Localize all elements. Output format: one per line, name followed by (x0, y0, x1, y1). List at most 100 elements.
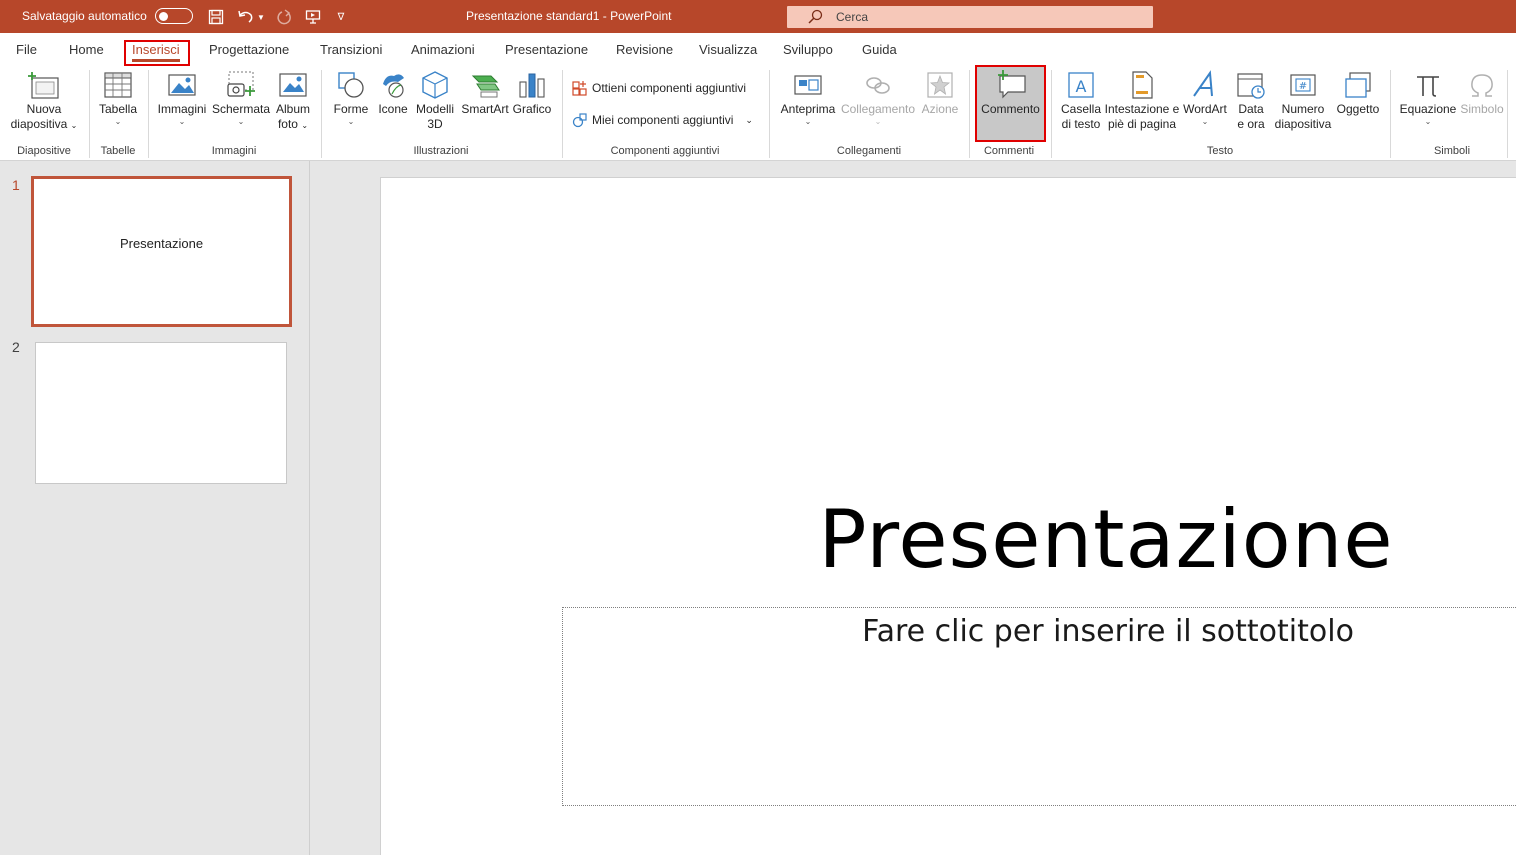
group-separator (89, 70, 90, 158)
date-time-button[interactable]: Data e ora (1230, 70, 1272, 132)
header-footer-button[interactable]: Intestazione e piè di pagina (1104, 70, 1180, 132)
photo-album-icon (279, 73, 307, 97)
text-box-button[interactable]: A Casella di testo (1058, 70, 1104, 132)
store-icon (572, 81, 587, 96)
group-label-collegamenti: Collegamenti (836, 145, 902, 157)
chevron-down-icon: ⌄ (745, 114, 753, 125)
chevron-down-icon: ⌄ (347, 117, 355, 126)
equation-button[interactable]: Equazione ⌄ (1398, 70, 1458, 126)
ribbon-scroll-edge (1507, 70, 1516, 158)
link-icon (866, 77, 890, 94)
group-label-simboli: Simboli (1433, 145, 1471, 157)
slide-number-button[interactable]: # Numero diapositiva (1272, 70, 1334, 132)
search-box[interactable]: Cerca (787, 6, 1153, 28)
chevron-down-icon: ⌄ (237, 117, 245, 126)
svg-text:#: # (1299, 81, 1307, 92)
tab-sviluppo[interactable]: Sviluppo (783, 42, 833, 57)
text-box-icon: A (1068, 72, 1094, 98)
autosave-label: Salvataggio automatico (22, 9, 147, 23)
action-button[interactable]: Azione (918, 70, 962, 117)
tab-progettazione[interactable]: Progettazione (209, 42, 289, 57)
group-separator (562, 70, 563, 158)
3d-models-button[interactable]: Modelli 3D (412, 70, 458, 132)
omega-icon (1471, 74, 1493, 97)
undo-dropdown-icon[interactable]: ▼ (256, 7, 266, 27)
new-slide-icon (28, 72, 59, 99)
chart-icon (519, 73, 545, 98)
ribbon-tabs: File Home Inserisci Progettazione Transi… (0, 33, 1516, 66)
customize-qat-icon[interactable]: ∇ (333, 7, 349, 27)
group-separator (969, 70, 970, 158)
tab-visualizza[interactable]: Visualizza (699, 42, 757, 57)
zoom-icon (794, 75, 822, 95)
screenshot-button[interactable]: Schermata ⌄ (210, 70, 272, 126)
chevron-down-icon: ⌄ (1201, 117, 1209, 126)
wordart-button[interactable]: WordArt ⌄ (1180, 70, 1230, 126)
save-icon[interactable] (206, 7, 226, 27)
table-button[interactable]: Tabella ⌄ (94, 70, 142, 126)
slide[interactable]: Presentazione Fare clic per inserire il … (380, 177, 1516, 855)
table-icon (104, 72, 132, 98)
object-button[interactable]: Oggetto (1334, 70, 1382, 117)
group-label-commenti: Commenti (983, 145, 1035, 157)
subtitle-placeholder[interactable]: Fare clic per inserire il sottotitolo (562, 607, 1516, 806)
zoom-preview-button[interactable]: Anteprima ⌄ (776, 70, 840, 126)
calendar-icon (1237, 73, 1265, 99)
thumbnail-number: 1 (12, 177, 20, 193)
tab-file[interactable]: File (16, 42, 37, 57)
redo-icon[interactable] (274, 7, 294, 27)
document-title: Presentazione standard1 - PowerPoint (466, 9, 672, 23)
chevron-down-icon: ⌄ (114, 117, 122, 126)
slide-title[interactable]: Presentazione (541, 490, 1516, 590)
undo-icon[interactable] (235, 7, 255, 27)
tab-guida[interactable]: Guida (862, 42, 897, 57)
thumbnail-number: 2 (12, 339, 20, 355)
star-icon (927, 72, 953, 98)
shapes-icon (338, 72, 364, 98)
group-label-componenti: Componenti aggiuntivi (610, 145, 720, 157)
tab-home[interactable]: Home (69, 42, 104, 57)
chart-button[interactable]: Grafico (510, 70, 554, 117)
pictures-button[interactable]: Immagini ⌄ (154, 70, 210, 126)
photo-album-button[interactable]: Album foto ⌄ (272, 70, 314, 133)
group-label-testo: Testo (1206, 145, 1234, 157)
tab-transizioni[interactable]: Transizioni (320, 42, 382, 57)
wordart-icon (1193, 70, 1213, 97)
my-addins-button[interactable]: Miei componenti aggiuntivi ⌄ (572, 112, 753, 128)
chevron-down-icon: ⌄ (1424, 117, 1432, 126)
shapes-button[interactable]: Forme ⌄ (328, 70, 374, 126)
slide-thumbnail-2[interactable] (35, 342, 287, 484)
my-addins-icon (572, 113, 587, 128)
get-addins-button[interactable]: Ottieni componenti aggiuntivi (572, 80, 746, 96)
comment-button[interactable]: Commento (977, 70, 1044, 117)
toggle-knob (159, 11, 168, 21)
icons-button[interactable]: Icone (374, 70, 412, 117)
group-separator (1390, 70, 1391, 158)
thumbnail-title: Presentazione (119, 236, 204, 251)
smartart-button[interactable]: SmartArt (458, 70, 512, 117)
slide-editor-canvas: Presentazione Fare clic per inserire il … (311, 161, 1516, 855)
start-presentation-icon[interactable] (303, 7, 323, 27)
tab-animazioni[interactable]: Animazioni (411, 42, 475, 57)
link-button[interactable]: Collegamento ⌄ (840, 70, 916, 126)
title-bar: Salvataggio automatico ▼ ∇ Presentazione… (0, 0, 1516, 33)
group-separator (321, 70, 322, 158)
search-icon (807, 9, 823, 28)
tab-presentazione[interactable]: Presentazione (505, 42, 588, 57)
autosave-toggle[interactable] (155, 8, 193, 24)
chevron-down-icon: ⌄ (70, 121, 78, 130)
group-label-tabelle: Tabelle (100, 145, 136, 157)
slide-thumbnail-1[interactable]: Presentazione (31, 176, 292, 327)
new-slide-button[interactable]: Nuova diapositiva ⌄ (8, 70, 80, 133)
slide-thumbnails-pane: 1 Presentazione 2 (0, 161, 310, 855)
chevron-down-icon: ⌄ (804, 117, 812, 126)
symbol-button[interactable]: Simbolo (1458, 70, 1506, 117)
subtitle-text: Fare clic per inserire il sottotitolo (862, 614, 1354, 649)
pi-icon (1417, 76, 1439, 97)
search-placeholder: Cerca (836, 10, 869, 24)
group-label-diapositive: Diapositive (17, 145, 71, 157)
screenshot-icon (227, 71, 255, 97)
group-separator (769, 70, 770, 158)
ribbon: Nuova diapositiva ⌄ Diapositive Tabella … (0, 66, 1516, 161)
tab-revisione[interactable]: Revisione (616, 42, 673, 57)
